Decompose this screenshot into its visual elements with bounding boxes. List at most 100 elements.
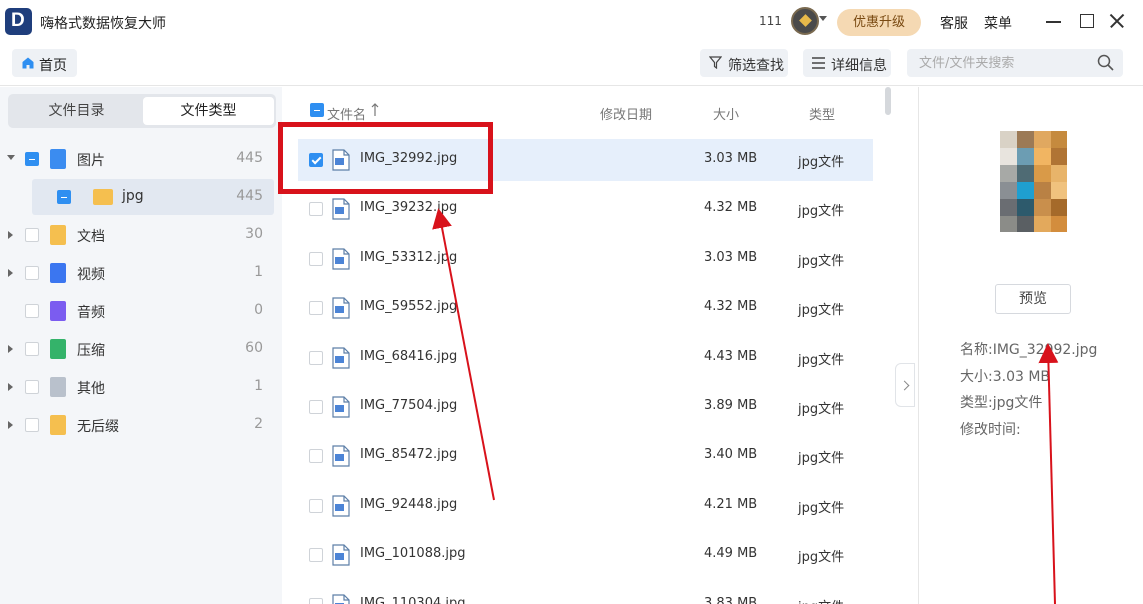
- search-icon[interactable]: [1097, 54, 1114, 71]
- sidebar-item-0[interactable]: 图片 445: [0, 141, 282, 177]
- file-type: jpg文件: [798, 303, 845, 319]
- category-sidebar: 文件目录 文件类型 图片 445 jpg 445 文档 30 视频 1 音频 0 压缩 60 其他 1 无后…: [0, 87, 282, 604]
- other-file-icon: [50, 377, 66, 397]
- row-checkbox[interactable]: [309, 251, 323, 266]
- sidebar-item-checkbox[interactable]: [25, 266, 39, 280]
- file-size: 4.49 MB: [704, 546, 758, 562]
- sidebar-item-checkbox[interactable]: [57, 190, 71, 204]
- image-file-icon: [332, 297, 350, 319]
- detail-info-label: 详细信息: [831, 58, 887, 74]
- table-row[interactable]: IMG_59552.jpg 4.32 MB jpg文件: [298, 287, 873, 329]
- detail-panel: 预览 名称:IMG_32992.jpg 大小:3.03 MB 类型:jpg文件 …: [918, 87, 1143, 604]
- file-name: IMG_85472.jpg: [360, 447, 458, 463]
- menu-button[interactable]: 菜单: [984, 13, 1012, 33]
- file-name: IMG_39232.jpg: [360, 200, 458, 216]
- sidebar-item-checkbox[interactable]: [25, 418, 39, 432]
- image-icon: [50, 149, 66, 169]
- sidebar-item-count: 1: [254, 378, 263, 394]
- chevron-right-icon[interactable]: [8, 345, 13, 353]
- row-checkbox[interactable]: [309, 548, 323, 563]
- row-checkbox[interactable]: [309, 301, 323, 316]
- sidebar-item-6[interactable]: 其他 1: [0, 369, 282, 405]
- sidebar-item-3[interactable]: 视频 1: [0, 255, 282, 291]
- sidebar-item-7[interactable]: 无后缀 2: [0, 407, 282, 443]
- filter-search-label: 筛选查找: [728, 58, 784, 74]
- chevron-right-icon[interactable]: [8, 383, 13, 391]
- sidebar-item-count: 0: [254, 302, 263, 318]
- sidebar-item-5[interactable]: 压缩 60: [0, 331, 282, 367]
- row-checkbox[interactable]: [309, 449, 323, 464]
- maximize-icon[interactable]: [1078, 12, 1096, 30]
- chevron-down-icon[interactable]: [7, 155, 15, 160]
- sidebar-item-checkbox[interactable]: [25, 380, 39, 394]
- table-row[interactable]: IMG_68416.jpg 4.43 MB jpg文件: [298, 337, 873, 379]
- column-header-type[interactable]: 类型: [809, 104, 835, 123]
- row-checkbox[interactable]: [309, 498, 323, 513]
- file-name: IMG_59552.jpg: [360, 299, 458, 315]
- sidebar-item-count: 445: [236, 188, 263, 204]
- sidebar-item-1[interactable]: jpg 445: [32, 179, 274, 215]
- table-row[interactable]: IMG_101088.jpg 4.49 MB jpg文件: [298, 534, 873, 576]
- sidebar-item-count: 60: [245, 340, 263, 356]
- filter-icon: [709, 56, 722, 69]
- search-input[interactable]: [907, 49, 1123, 77]
- detail-info-button[interactable]: 详细信息: [803, 49, 891, 77]
- table-row[interactable]: IMG_110304.jpg 3.83 MB jpg文件: [298, 584, 873, 604]
- column-header-modified[interactable]: 修改日期: [600, 104, 652, 123]
- chevron-right-icon[interactable]: [8, 231, 13, 239]
- table-row[interactable]: IMG_92448.jpg 4.21 MB jpg文件: [298, 485, 873, 527]
- sidebar-item-count: 1: [254, 264, 263, 280]
- column-header-name[interactable]: 文件名: [327, 104, 366, 123]
- sidebar-item-label: 音频: [77, 305, 105, 321]
- sidebar-item-checkbox[interactable]: [25, 228, 39, 242]
- file-size: 4.43 MB: [704, 348, 758, 364]
- upgrade-button[interactable]: 优惠升级: [837, 9, 921, 36]
- app-title: 嗨格式数据恢复大师: [40, 16, 166, 32]
- row-checkbox[interactable]: [309, 400, 323, 414]
- sidebar-item-2[interactable]: 文档 30: [0, 217, 282, 253]
- select-all-checkbox[interactable]: [310, 103, 324, 117]
- chevron-right-icon[interactable]: [8, 269, 13, 277]
- sort-ascending-icon[interactable]: [371, 103, 379, 117]
- sidebar-item-label: 图片: [77, 153, 105, 169]
- file-thumbnail: [1000, 131, 1067, 232]
- sidebar-item-checkbox[interactable]: [25, 342, 39, 356]
- preview-button[interactable]: 预览: [995, 284, 1071, 314]
- chevron-right-icon[interactable]: [8, 421, 13, 429]
- close-icon[interactable]: [1108, 12, 1126, 30]
- sidebar-item-4[interactable]: 音频 0: [0, 293, 282, 329]
- panel-toggle-chevron-icon[interactable]: [895, 363, 915, 407]
- sidebar-item-count: 2: [254, 416, 263, 432]
- row-checkbox[interactable]: [309, 597, 323, 604]
- table-row[interactable]: IMG_85472.jpg 3.40 MB jpg文件: [298, 435, 873, 477]
- sidebar-item-checkbox[interactable]: [25, 304, 39, 318]
- tab-file-directory[interactable]: 文件目录: [11, 97, 142, 125]
- archive-icon: [50, 339, 66, 359]
- table-row[interactable]: IMG_53312.jpg 3.03 MB jpg文件: [298, 238, 873, 280]
- tab-file-type[interactable]: 文件类型: [143, 97, 274, 125]
- file-size: 4.32 MB: [704, 200, 758, 216]
- row-checkbox[interactable]: [309, 202, 323, 217]
- column-header-size[interactable]: 大小: [713, 104, 739, 123]
- minimize-icon[interactable]: [1045, 12, 1063, 30]
- sidebar-item-checkbox[interactable]: [25, 152, 39, 166]
- vip-badge-icon[interactable]: [791, 7, 819, 35]
- detail-type: 类型:jpg文件: [960, 395, 1043, 411]
- list-scrollbar[interactable]: [885, 87, 891, 115]
- home-button[interactable]: 首页: [12, 49, 77, 77]
- customer-service-button[interactable]: 客服: [940, 13, 968, 33]
- image-file-icon: [332, 544, 350, 566]
- unknown-file-icon: [50, 415, 66, 435]
- row-checkbox[interactable]: [309, 350, 323, 365]
- list-icon: [812, 57, 825, 69]
- detail-size: 大小:3.03 MB: [960, 369, 1051, 385]
- sidebar-item-label: 文档: [77, 229, 105, 245]
- file-type: jpg文件: [798, 352, 845, 368]
- file-type: jpg文件: [798, 204, 845, 220]
- file-size: 3.83 MB: [704, 595, 758, 604]
- table-row[interactable]: IMG_77504.jpg 3.89 MB jpg文件: [298, 386, 873, 428]
- toolbar: 首页 筛选查找 详细信息: [0, 44, 1143, 86]
- table-row[interactable]: IMG_39232.jpg 4.32 MB jpg文件: [298, 188, 873, 230]
- chevron-down-icon[interactable]: [819, 16, 827, 21]
- filter-search-button[interactable]: 筛选查找: [700, 49, 788, 77]
